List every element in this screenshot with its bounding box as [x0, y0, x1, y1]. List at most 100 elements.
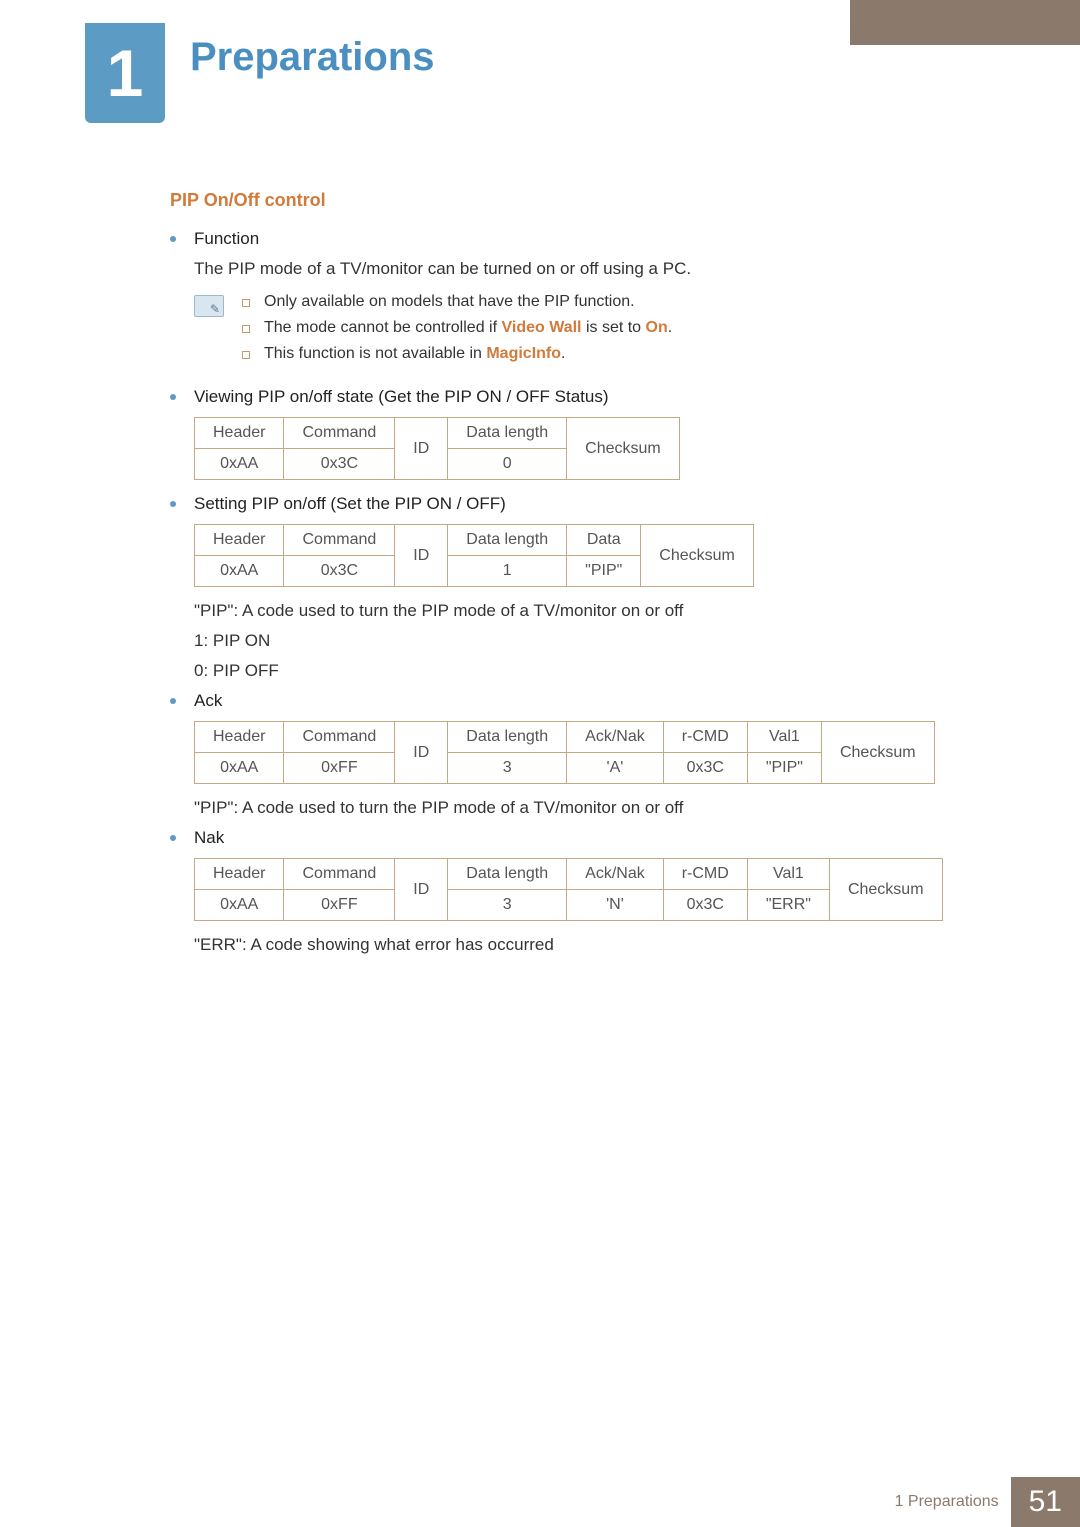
ack-note: "PIP": A code used to turn the PIP mode … [194, 798, 1010, 818]
cell-header: Data [567, 525, 641, 556]
cell-header: r-CMD [663, 859, 747, 890]
nak-table: Header Command ID Data length Ack/Nak r-… [194, 858, 943, 921]
cell-header: Header [195, 418, 284, 449]
cell-header: Header [195, 525, 284, 556]
cell-header: Ack/Nak [567, 859, 664, 890]
setting-table: Header Command ID Data length Data Check… [194, 524, 754, 587]
bullet-dot-icon [170, 394, 176, 400]
note-text-1: Only available on models that have the P… [264, 293, 635, 311]
cell-header: Val1 [747, 722, 821, 753]
header-accent-bar [850, 0, 1080, 45]
note-3-hl: MagicInfo [486, 345, 561, 362]
cell-value: 'A' [567, 753, 664, 784]
note-2-post: . [668, 319, 672, 336]
page-footer: 1 Preparations 51 [895, 1477, 1080, 1527]
cell-value: 0xAA [195, 449, 284, 480]
cell-value: 0x3C [284, 556, 395, 587]
cell-header: Data length [448, 859, 567, 890]
function-description: The PIP mode of a TV/monitor can be turn… [194, 259, 1010, 279]
cell-header: Data length [448, 722, 567, 753]
note-2-hl2: On [646, 319, 668, 336]
cell-value: 0xFF [284, 890, 395, 921]
table-row: Header Command ID Data length Checksum [195, 418, 680, 449]
cell-header: Checksum [641, 525, 754, 587]
note-2-mid: is set to [582, 319, 646, 336]
square-bullet-icon [242, 325, 250, 333]
note-2-hl1: Video Wall [501, 319, 581, 336]
cell-value: 3 [448, 753, 567, 784]
cell-value: "ERR" [747, 890, 829, 921]
note-text-2: The mode cannot be controlled if Video W… [264, 319, 672, 337]
table-row: Header Command ID Data length Data Check… [195, 525, 754, 556]
cell-header: Command [284, 859, 395, 890]
nak-note: "ERR": A code showing what error has occ… [194, 935, 1010, 955]
note-2-pre: The mode cannot be controlled if [264, 319, 501, 336]
bullet-dot-icon [170, 835, 176, 841]
cell-header: Command [284, 418, 395, 449]
note-3-post: . [561, 345, 565, 362]
cell-header: Ack/Nak [567, 722, 664, 753]
viewing-table: Header Command ID Data length Checksum 0… [194, 417, 680, 480]
cell-value: 0xAA [195, 890, 284, 921]
ack-table: Header Command ID Data length Ack/Nak r-… [194, 721, 935, 784]
page-content: PIP On/Off control Function The PIP mode… [170, 190, 1010, 965]
cell-header: r-CMD [663, 722, 747, 753]
cell-value: 1 [448, 556, 567, 587]
cell-header: ID [395, 525, 448, 587]
cell-header: ID [395, 418, 448, 480]
bullet-dot-icon [170, 698, 176, 704]
cell-header: Val1 [747, 859, 829, 890]
chapter-title: Preparations [190, 35, 435, 80]
chapter-number-tab: 1 [85, 23, 165, 123]
cell-value: "PIP" [567, 556, 641, 587]
cell-value: 'N' [567, 890, 664, 921]
cell-header: Header [195, 722, 284, 753]
cell-value: 0xFF [284, 753, 395, 784]
cell-value: 0x3C [663, 890, 747, 921]
setting-note-2: 1: PIP ON [194, 631, 1010, 651]
nak-label: Nak [194, 828, 224, 848]
cell-value: 0 [448, 449, 567, 480]
footer-text: 1 Preparations [895, 1493, 999, 1511]
cell-value: 3 [448, 890, 567, 921]
note-text-3: This function is not available in MagicI… [264, 345, 565, 363]
table-row: Header Command ID Data length Ack/Nak r-… [195, 859, 943, 890]
cell-header: Checksum [567, 418, 680, 480]
viewing-label: Viewing PIP on/off state (Get the PIP ON… [194, 387, 609, 407]
setting-label: Setting PIP on/off (Set the PIP ON / OFF… [194, 494, 506, 514]
note-icon [194, 295, 224, 317]
square-bullet-icon [242, 351, 250, 359]
cell-value: 0x3C [663, 753, 747, 784]
bullet-dot-icon [170, 236, 176, 242]
cell-value: 0xAA [195, 753, 284, 784]
setting-bullet: Setting PIP on/off (Set the PIP ON / OFF… [170, 494, 1010, 514]
note-3-pre: This function is not available in [264, 345, 486, 362]
cell-value: 0x3C [284, 449, 395, 480]
section-heading: PIP On/Off control [170, 190, 1010, 211]
cell-header: Checksum [829, 859, 942, 921]
footer-page-number: 51 [1011, 1477, 1080, 1527]
viewing-bullet: Viewing PIP on/off state (Get the PIP ON… [170, 387, 1010, 407]
function-bullet: Function [170, 229, 1010, 249]
cell-header: ID [395, 859, 448, 921]
cell-header: ID [395, 722, 448, 784]
cell-header: Command [284, 525, 395, 556]
square-bullet-icon [242, 299, 250, 307]
ack-label: Ack [194, 691, 222, 711]
nak-bullet: Nak [170, 828, 1010, 848]
note-block: Only available on models that have the P… [194, 293, 1010, 371]
ack-bullet: Ack [170, 691, 1010, 711]
cell-header: Command [284, 722, 395, 753]
table-row: Header Command ID Data length Ack/Nak r-… [195, 722, 935, 753]
bullet-dot-icon [170, 501, 176, 507]
cell-header: Data length [448, 525, 567, 556]
setting-note-1: "PIP": A code used to turn the PIP mode … [194, 601, 1010, 621]
cell-header: Header [195, 859, 284, 890]
cell-value: "PIP" [747, 753, 821, 784]
cell-header: Checksum [821, 722, 934, 784]
setting-note-3: 0: PIP OFF [194, 661, 1010, 681]
function-label: Function [194, 229, 259, 249]
note-line-1: Only available on models that have the P… [242, 293, 1010, 311]
cell-header: Data length [448, 418, 567, 449]
note-line-3: This function is not available in MagicI… [242, 345, 1010, 363]
